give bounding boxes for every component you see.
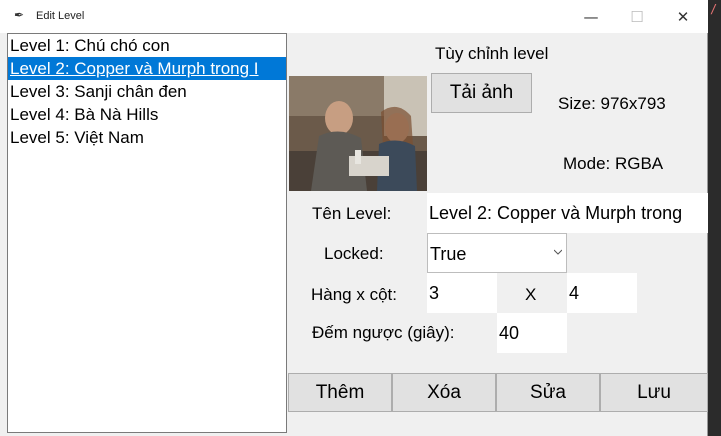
level-name-label: Tên Level: (312, 204, 392, 223)
level-image-preview (289, 76, 427, 191)
edit-button[interactable]: Sửa (496, 373, 600, 412)
countdown-input[interactable]: 40 (497, 313, 567, 353)
grid-x-separator: X (525, 285, 537, 304)
window-title: Edit Level (36, 10, 85, 22)
image-mode-text: Mode: RGBA (563, 154, 664, 173)
close-button[interactable]: ✕ (660, 0, 706, 33)
locked-select[interactable]: True (427, 233, 567, 273)
image-size-text: Size: 976x793 (558, 94, 666, 113)
columns-input[interactable]: 4 (567, 273, 637, 313)
countdown-label: Đếm ngược (giây): (312, 323, 455, 342)
add-button[interactable]: Thêm (288, 373, 392, 412)
list-item[interactable]: Level 1: Chú chó con (8, 34, 286, 57)
upload-image-button[interactable]: Tải ảnh (431, 73, 532, 113)
title-bar[interactable]: ✒ Edit Level — ☐ ✕ (0, 0, 708, 33)
grid-size-label: Hàng x cột: (311, 285, 397, 304)
locked-label: Locked: (324, 244, 384, 263)
list-item[interactable]: Level 2: Copper và Murph trong I (8, 57, 286, 80)
list-item[interactable]: Level 5: Việt Nam (8, 126, 286, 149)
list-item[interactable]: Level 4: Bà Nà Hills (8, 103, 286, 126)
background-text: / (710, 2, 718, 16)
level-listbox[interactable]: Level 1: Chú chó con Level 2: Copper và M… (7, 33, 287, 433)
level-name-input[interactable]: Level 2: Copper và Murph trong (427, 193, 708, 233)
save-button[interactable]: Lưu (600, 373, 708, 412)
rows-input[interactable]: 3 (427, 273, 497, 313)
maximize-button[interactable]: ☐ (614, 0, 660, 33)
delete-button[interactable]: Xóa (392, 373, 496, 412)
list-item[interactable]: Level 3: Sanji chân đen (8, 80, 286, 103)
edit-level-window: ✒ Edit Level — ☐ ✕ Level 1: Chú chó con L… (0, 0, 708, 436)
minimize-button[interactable]: — (568, 0, 614, 33)
editor-heading: Tùy chỉnh level (435, 44, 549, 63)
locked-select-value: True (430, 244, 467, 264)
feather-icon: ✒ (14, 8, 25, 22)
chevron-down-icon (554, 249, 562, 255)
